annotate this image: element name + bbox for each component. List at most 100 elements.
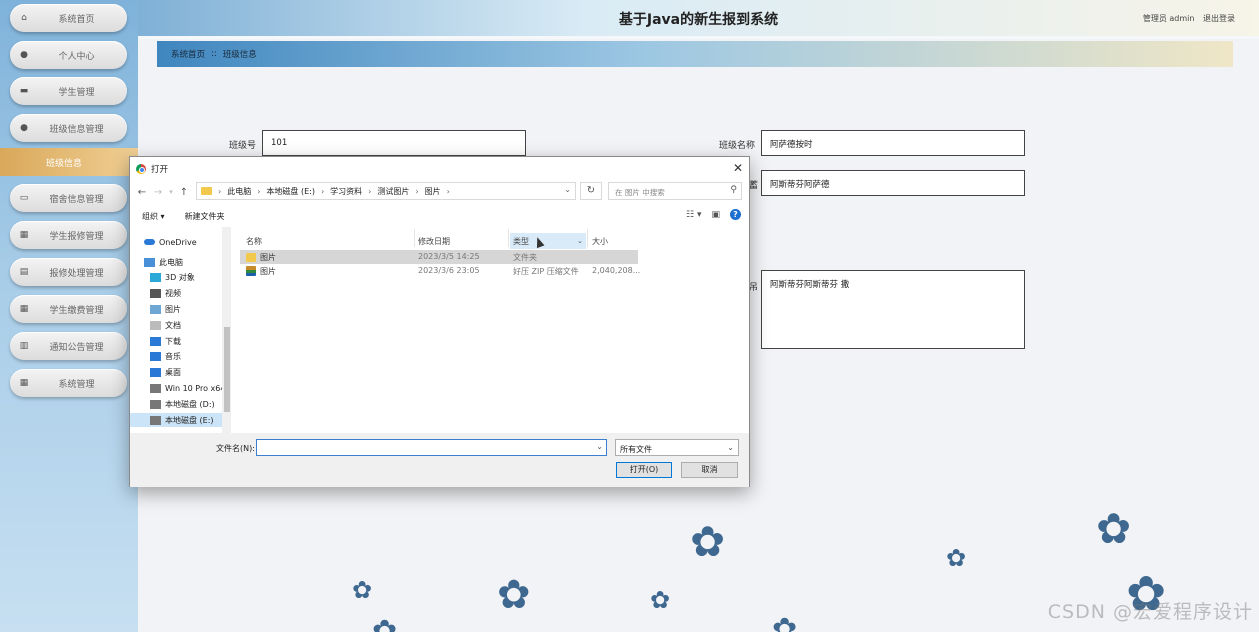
folder-icon [246,253,256,262]
nav-item-downloads[interactable]: 下载 [150,334,181,348]
sidebar-item-label: 系统管理 [58,379,95,390]
file-open-dialog: 打开 ✕ ← → ▾ ↑ › 此电脑 › 本地磁盘 (E:) › 学习资料 › … [129,156,750,487]
help-icon[interactable]: ? [730,209,741,220]
nav-item-drive-e[interactable]: 本地磁盘 (E:) [130,413,222,427]
navigation-pane: OneDrive 此电脑 3D 对象 视频 图片 文档 下载 音乐 桌面 Win… [130,227,232,433]
nav-scrollbar-thumb[interactable] [224,327,230,412]
search-icon: ⚲ [730,185,737,195]
dialog-title: 打开 [151,165,169,175]
sidebar-item-class-info[interactable]: ● 班级信息管理 [10,114,127,142]
chevron-down-icon[interactable]: ⌄ [577,237,583,245]
grid-icon: ▦ [19,230,29,240]
download-icon [150,336,161,346]
clover-decoration: ✿ [946,544,967,572]
file-name: 图片 [260,267,276,276]
sidebar-item-repair[interactable]: ▦ 学生报修管理 [10,221,127,249]
dialog-navbar: ← → ▾ ↑ › 此电脑 › 本地磁盘 (E:) › 学习资料 › 测试图片 … [130,181,749,203]
search-input[interactable]: 在 图片 中搜索 ⚲ [608,182,742,200]
class-no-input[interactable]: 101 [262,130,526,156]
watermark: CSDN @宏爱程序设计 [1047,601,1253,623]
refresh-icon[interactable]: ↻ [580,182,602,200]
sidebar-item-profile[interactable]: ● 个人中心 [10,41,127,69]
sidebar-item-dorm[interactable]: ▭ 宿舍信息管理 [10,184,127,212]
nav-item-videos[interactable]: 视频 [150,286,181,300]
column-header-date[interactable]: 修改日期 [418,233,450,249]
nav-item-music[interactable]: 音乐 [150,349,181,363]
nav-item-label: 3D 对象 [165,272,195,282]
nav-item-label: 本地磁盘 (E:) [165,415,214,425]
sidebar-item-home[interactable]: ⌂ 系统首页 [10,4,127,32]
sidebar-item-notice[interactable]: ▥ 通知公告管理 [10,332,127,360]
nav-item-label: Win 10 Pro x64 [165,383,226,393]
new-folder-button[interactable]: 新建文件夹 [185,211,225,222]
nav-item-documents[interactable]: 文档 [150,318,181,332]
column-header-size[interactable]: 大小 [592,233,608,249]
sidebar-item-label: 报修处理管理 [49,268,104,279]
path-segment[interactable]: 图片 [425,186,441,197]
file-type: 文件夹 [513,253,537,262]
field2-input[interactable]: 阿斯蒂芬阿萨德 [761,170,1025,196]
filename-input[interactable]: ⌄ [256,439,607,456]
close-icon[interactable]: ✕ [733,161,743,175]
nav-item-label: 此电脑 [159,257,183,267]
back-arrow-icon[interactable]: ← [134,187,150,198]
nav-item-this-pc[interactable]: 此电脑 [144,255,183,269]
sidebar-item-label: 系统首页 [58,14,95,25]
file-date: 2023/3/6 23:05 [418,266,480,275]
history-dropdown-icon[interactable]: ▾ [166,188,176,196]
sidebar-item-label: 学生报修管理 [49,231,104,242]
clover-decoration: ✿ [690,517,726,566]
address-bar[interactable]: › 此电脑 › 本地磁盘 (E:) › 学习资料 › 测试图片 › 图片 › ⌄ [196,182,576,200]
nav-item-onedrive[interactable]: OneDrive [144,235,197,249]
forward-arrow-icon[interactable]: → [150,187,166,198]
up-arrow-icon[interactable]: ↑ [176,187,192,198]
sidebar-item-label: 宿舍信息管理 [49,194,104,205]
sidebar-item-system[interactable]: ▦ 系统管理 [10,369,127,397]
filetype-select[interactable]: 所有文件 ⌄ [615,439,739,456]
path-segment[interactable]: 此电脑 [227,186,251,197]
sidebar: ⌂ 系统首页 ● 个人中心 ▬ 学生管理 ● 班级信息管理 班级信息 ▭ 宿舍信… [0,0,138,632]
chevron-down-icon[interactable]: ⌄ [596,442,603,451]
clipboard-icon: ▤ [19,267,29,277]
nav-item-label: 视频 [165,288,181,298]
user-icon: ● [20,123,28,133]
column-header-name[interactable]: 名称 [246,233,262,249]
cloud-icon [144,239,155,245]
nav-item-3d[interactable]: 3D 对象 [150,270,195,284]
nav-item-desktop[interactable]: 桌面 [150,365,181,379]
chevron-right-icon: › [415,186,419,196]
breadcrumb: 系统首页 :: 班级信息 [157,41,1233,67]
clover-decoration: ✿ [772,612,798,632]
class-name-input[interactable]: 阿萨德按时 [761,130,1025,156]
organize-button[interactable]: 组织 ▾ [142,211,165,222]
class-name-label: 班级名称 [718,141,755,151]
file-row[interactable]: 图片 2023/3/5 14:25 文件夹 [240,250,638,264]
picture-icon [150,304,161,314]
header-user-area: 管理员 admin 退出登录 [1137,13,1235,24]
sidebar-item-students[interactable]: ▬ 学生管理 [10,77,127,105]
sidebar-item-payment[interactable]: ▦ 学生缴费管理 [10,295,127,323]
chevron-down-icon[interactable]: ⌄ [564,185,571,194]
sidebar-item-repair-handle[interactable]: ▤ 报修处理管理 [10,258,127,286]
column-header-type[interactable]: 类型 ⌄ [510,233,586,249]
view-controls: ☷ ▾ ▣ ? [686,209,741,220]
path-segment[interactable]: 测试图片 [377,186,409,197]
file-name: 图片 [260,253,276,262]
nav-item-drive-c[interactable]: Win 10 Pro x64 [150,381,225,395]
view-options-icon[interactable]: ☷ ▾ [686,210,701,220]
nav-item-pictures[interactable]: 图片 [150,302,181,316]
preview-pane-icon[interactable]: ▣ [711,210,720,220]
logout-link[interactable]: 退出登录 [1203,14,1235,23]
chevron-right-icon: › [446,186,450,196]
sidebar-subitem-class-info[interactable]: 班级信息 [0,148,138,176]
file-row[interactable]: 图片 2023/3/6 23:05 好压 ZIP 压缩文件 2,040,208.… [240,264,640,278]
computer-icon [144,257,155,267]
description-textarea[interactable]: 阿斯蒂芬阿斯蒂芬 撒 [761,270,1025,349]
video-icon [150,288,161,298]
nav-item-drive-d[interactable]: 本地磁盘 (D:) [150,397,215,411]
path-segment[interactable]: 学习资料 [330,186,362,197]
open-button[interactable]: 打开(O) [616,462,672,478]
cancel-button[interactable]: 取消 [681,462,738,478]
breadcrumb-home[interactable]: 系统首页 [171,48,205,60]
path-segment[interactable]: 本地磁盘 (E:) [266,186,315,197]
